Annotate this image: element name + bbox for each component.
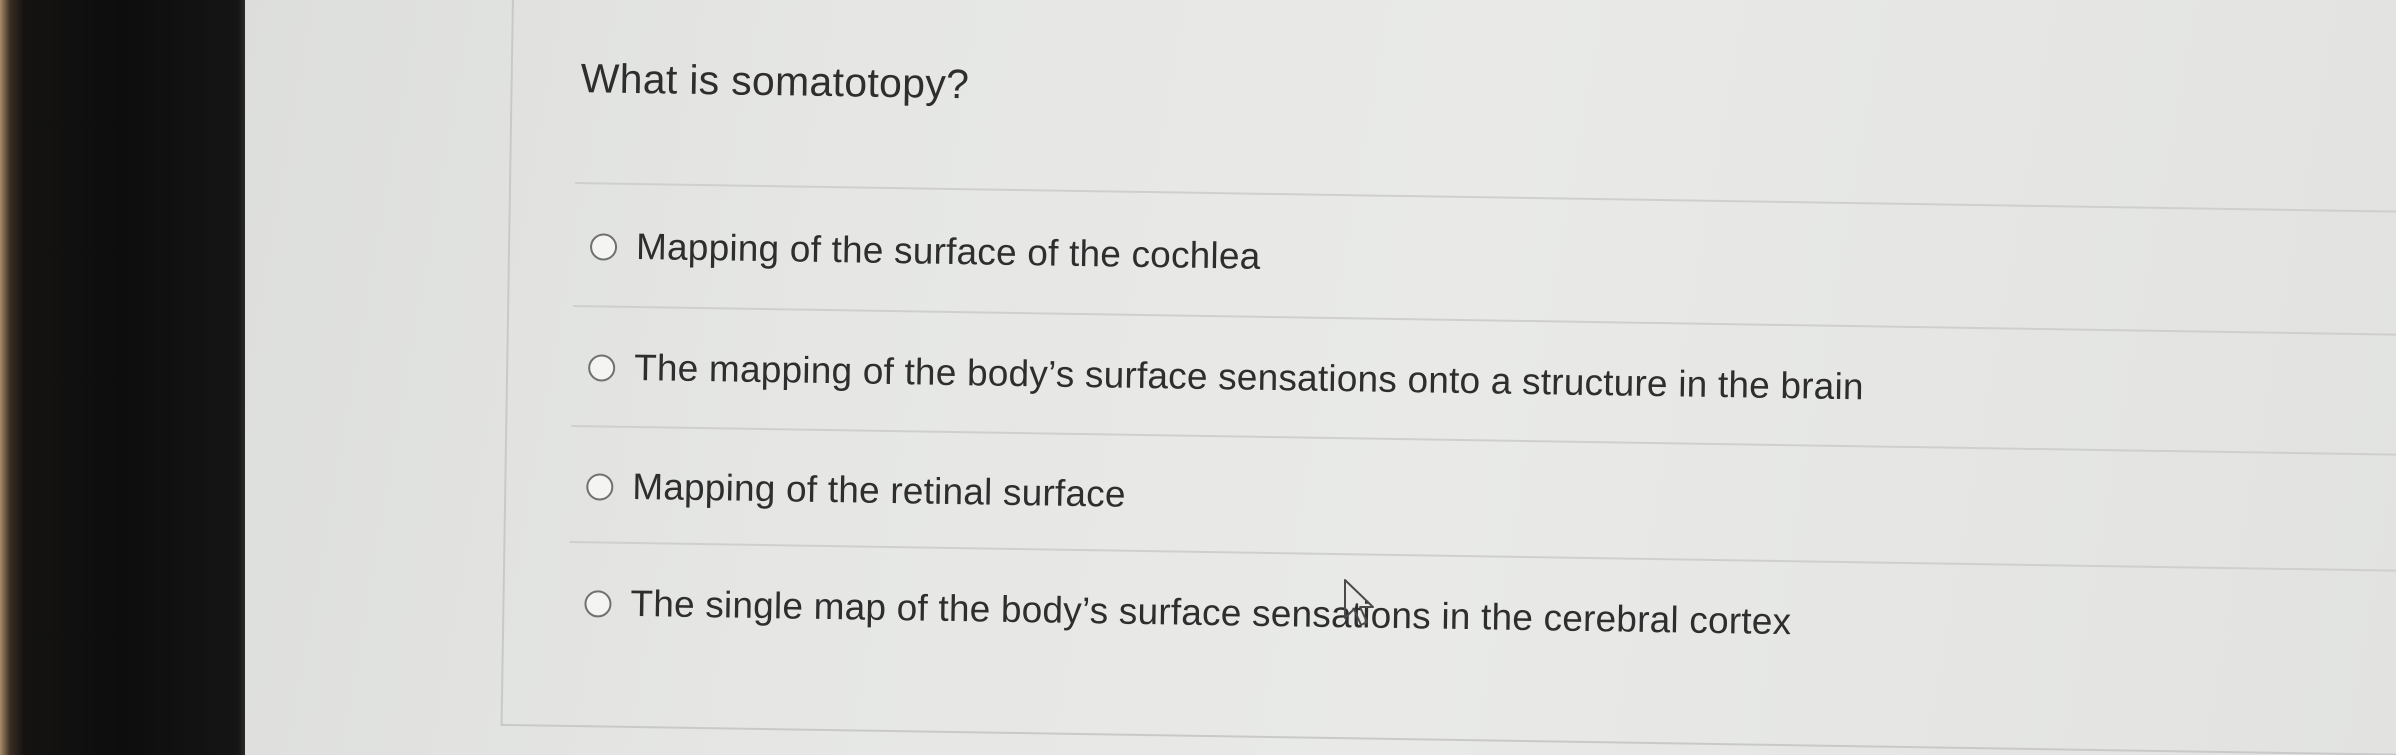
- answer-option-1[interactable]: Mapping of the surface of the cochlea: [589, 225, 1261, 278]
- answer-option-label: The single map of the body’s surface sen…: [630, 582, 1792, 643]
- radio-button-icon[interactable]: [587, 353, 616, 382]
- arrow-pointer-icon: [1344, 579, 1374, 626]
- divider: [571, 424, 2396, 457]
- divider: [573, 304, 2396, 337]
- answer-option-4[interactable]: The single map of the body’s surface sen…: [584, 582, 1792, 643]
- answer-option-label: Mapping of the surface of the cochlea: [635, 225, 1261, 277]
- divider: [575, 182, 2396, 214]
- answer-option-2[interactable]: The mapping of the body’s surface sensat…: [587, 346, 1865, 408]
- question-text: What is somatotopy?: [580, 55, 970, 108]
- radio-button-icon[interactable]: [589, 232, 618, 261]
- question-card: What is somatotopy? Mapping of the surfa…: [500, 0, 2396, 755]
- monitor-bezel: [0, 0, 245, 755]
- divider: [569, 540, 2396, 573]
- answer-option-label: The mapping of the body’s surface sensat…: [633, 346, 1865, 408]
- answer-option-3[interactable]: Mapping of the retinal surface: [586, 465, 1126, 515]
- answer-option-label: Mapping of the retinal surface: [631, 465, 1127, 515]
- radio-button-icon[interactable]: [584, 589, 612, 618]
- radio-button-icon[interactable]: [586, 472, 614, 501]
- screen: What is somatotopy? Mapping of the surfa…: [0, 0, 2396, 755]
